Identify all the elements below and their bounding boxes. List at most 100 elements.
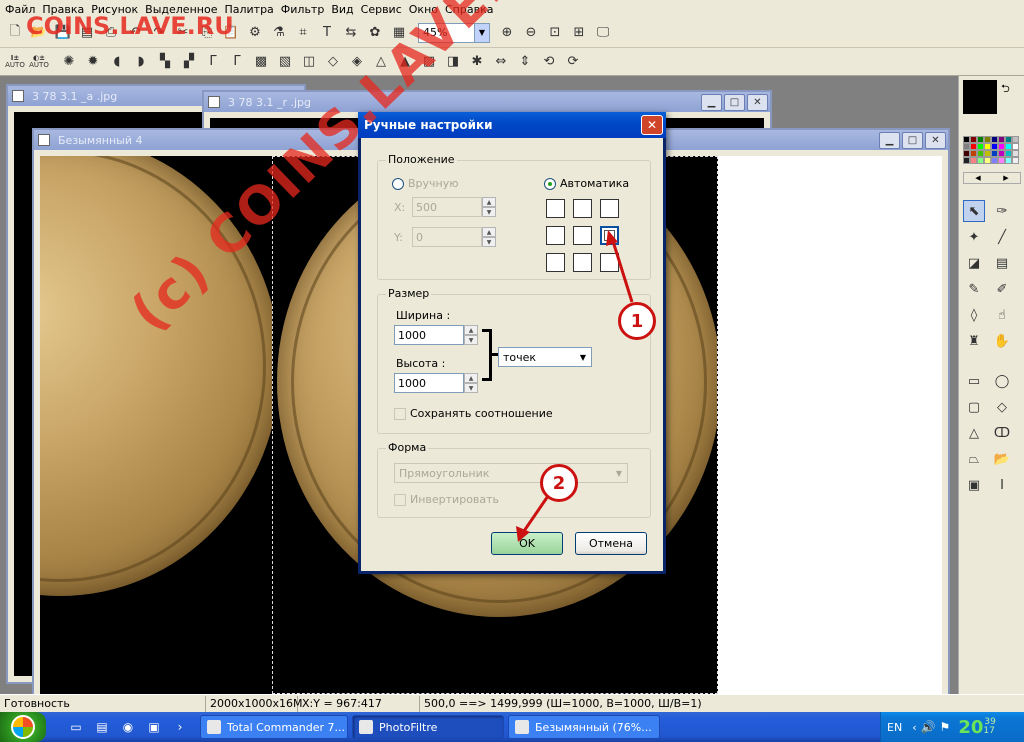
minimize-button[interactable]: ▁	[879, 131, 900, 149]
color-swatch[interactable]	[977, 136, 984, 143]
saturation-up-icon[interactable]: ▞	[178, 51, 200, 73]
rectangle-icon[interactable]: ▭	[963, 370, 985, 392]
hand-icon[interactable]: ✋	[991, 330, 1013, 352]
pointer-tool-icon[interactable]: ⬉	[963, 200, 985, 222]
color-swatch[interactable]	[1012, 136, 1019, 143]
app-icon[interactable]: ▣	[144, 717, 164, 737]
anchor-bottom-left[interactable]	[546, 253, 565, 272]
zoom-select[interactable]: 45% ▼	[418, 22, 490, 43]
anchor-bottom-center[interactable]	[573, 253, 592, 272]
chevron-right-icon[interactable]: ›	[170, 717, 190, 737]
diamond-icon[interactable]: ◇	[991, 396, 1013, 418]
network-icon[interactable]: ⚑	[940, 720, 951, 734]
color-swatch[interactable]	[991, 157, 998, 164]
undo-icon[interactable]: ↶	[124, 22, 146, 44]
color-swatch[interactable]	[984, 136, 991, 143]
color-swatch[interactable]	[991, 143, 998, 150]
blur-drop-icon[interactable]: ◊	[963, 304, 985, 326]
height-spinner[interactable]: 1000 ▲ ▼	[394, 373, 478, 393]
height-input[interactable]: 1000	[394, 373, 464, 393]
color-swatch[interactable]	[1005, 157, 1012, 164]
spin-up-icon[interactable]: ▲	[482, 227, 496, 237]
spin-down-icon[interactable]: ▼	[482, 237, 496, 247]
triangle-plus-icon[interactable]: ▲	[394, 51, 416, 73]
show-desktop-icon[interactable]: ▭	[66, 717, 86, 737]
contrast-up-icon[interactable]: ◗	[130, 51, 152, 73]
scan-icon[interactable]: ▤	[76, 22, 98, 44]
print-icon[interactable]: ⎙	[100, 22, 122, 44]
color-swatch[interactable]	[977, 157, 984, 164]
invert-checkbox[interactable]: Инвертировать	[394, 493, 499, 506]
unit-select[interactable]: точек ▼	[498, 347, 592, 367]
color-swatch[interactable]	[963, 150, 970, 157]
menu-image[interactable]: Рисунок	[90, 3, 144, 16]
maximize-button[interactable]: □	[724, 93, 745, 111]
menu-selection[interactable]: Выделенное	[144, 3, 223, 16]
polygon-icon[interactable]: ⏢	[963, 448, 985, 470]
effects-icon[interactable]: ✱	[466, 51, 488, 73]
clone-stamp-icon[interactable]: ♜	[963, 330, 985, 352]
color-grid[interactable]	[963, 136, 1021, 164]
color-swatch[interactable]	[1005, 143, 1012, 150]
gamma-down-icon[interactable]: Γ	[202, 51, 224, 73]
task-photofiltre[interactable]: PhotoFiltre	[352, 715, 504, 739]
menu-edit[interactable]: Правка	[41, 3, 90, 16]
color-swatch[interactable]	[1012, 157, 1019, 164]
spray-icon[interactable]: ▤	[991, 252, 1013, 274]
anchor-middle-right[interactable]	[600, 226, 619, 245]
text-icon[interactable]: T	[316, 22, 338, 44]
fit-window-icon[interactable]: ⊞	[568, 22, 590, 44]
automation-icon[interactable]: ⚙	[244, 22, 266, 44]
crop-icon[interactable]: ⌗	[292, 22, 314, 44]
triangle-icon[interactable]: △	[370, 51, 392, 73]
anchor-bottom-right[interactable]	[600, 253, 619, 272]
flip-vertical-icon[interactable]: ⇕	[514, 51, 536, 73]
drop-icon[interactable]: ◇	[322, 51, 344, 73]
anchor-top-left[interactable]	[546, 199, 565, 218]
color-swatch[interactable]	[1005, 150, 1012, 157]
plugin-icon[interactable]: ✿	[364, 22, 386, 44]
magic-wand-icon[interactable]: ✦	[963, 226, 985, 248]
new-file-icon[interactable]: 🗋	[4, 22, 26, 44]
close-icon[interactable]: ✕	[641, 115, 663, 135]
anchor-top-center[interactable]	[573, 199, 592, 218]
color-swatch[interactable]	[998, 136, 1005, 143]
color-swatch[interactable]	[970, 150, 977, 157]
transform-icon[interactable]: ⇆	[340, 22, 362, 44]
flip-horizontal-icon[interactable]: ⇔	[490, 51, 512, 73]
gradient-icon[interactable]: ▨	[418, 51, 440, 73]
color-swatch[interactable]	[998, 143, 1005, 150]
anchor-middle-left[interactable]	[546, 226, 565, 245]
task-total-commander[interactable]: Total Commander 7...	[200, 715, 348, 739]
sepia-icon[interactable]: ▧	[274, 51, 296, 73]
swap-colors-icon[interactable]: ⮌	[1001, 80, 1010, 99]
color-swatch[interactable]	[977, 150, 984, 157]
menu-filter[interactable]: Фильтр	[280, 3, 331, 16]
close-button[interactable]: ✕	[747, 93, 768, 111]
start-button[interactable]	[0, 712, 46, 742]
menu-tools[interactable]: Сервис	[360, 3, 408, 16]
spin-up-icon[interactable]: ▲	[464, 325, 478, 335]
blur-icon[interactable]: ◫	[298, 51, 320, 73]
saturation-down-icon[interactable]: ▚	[154, 51, 176, 73]
manual-radio[interactable]: Вручную	[392, 177, 459, 190]
keep-ratio-checkbox[interactable]: Сохранять соотношение	[394, 407, 553, 420]
open-selection-icon[interactable]: 📂	[991, 448, 1013, 470]
ellipse-icon[interactable]: ◯	[991, 370, 1013, 392]
lasso-icon[interactable]: ↀ	[991, 422, 1013, 444]
explorer-icon[interactable]: ▤	[92, 717, 112, 737]
menu-view[interactable]: Вид	[330, 3, 359, 16]
x-input[interactable]: 500	[412, 197, 482, 217]
rotate-left-icon[interactable]: ⟲	[538, 51, 560, 73]
color-swatch[interactable]	[1012, 150, 1019, 157]
rounded-rect-icon[interactable]: ▢	[963, 396, 985, 418]
chevron-right-icon[interactable]: ▶	[1003, 174, 1008, 182]
color-swatch[interactable]	[984, 150, 991, 157]
spin-up-icon[interactable]: ▲	[464, 373, 478, 383]
save-icon[interactable]: 💾	[52, 22, 74, 44]
color-swatch[interactable]	[977, 143, 984, 150]
color-swatch[interactable]	[970, 136, 977, 143]
anchor-middle-center[interactable]	[573, 226, 592, 245]
color-swatch[interactable]	[963, 157, 970, 164]
window-titlebar[interactable]: 3 78 3.1 _r .jpg ▁ □ ✕	[204, 92, 770, 112]
